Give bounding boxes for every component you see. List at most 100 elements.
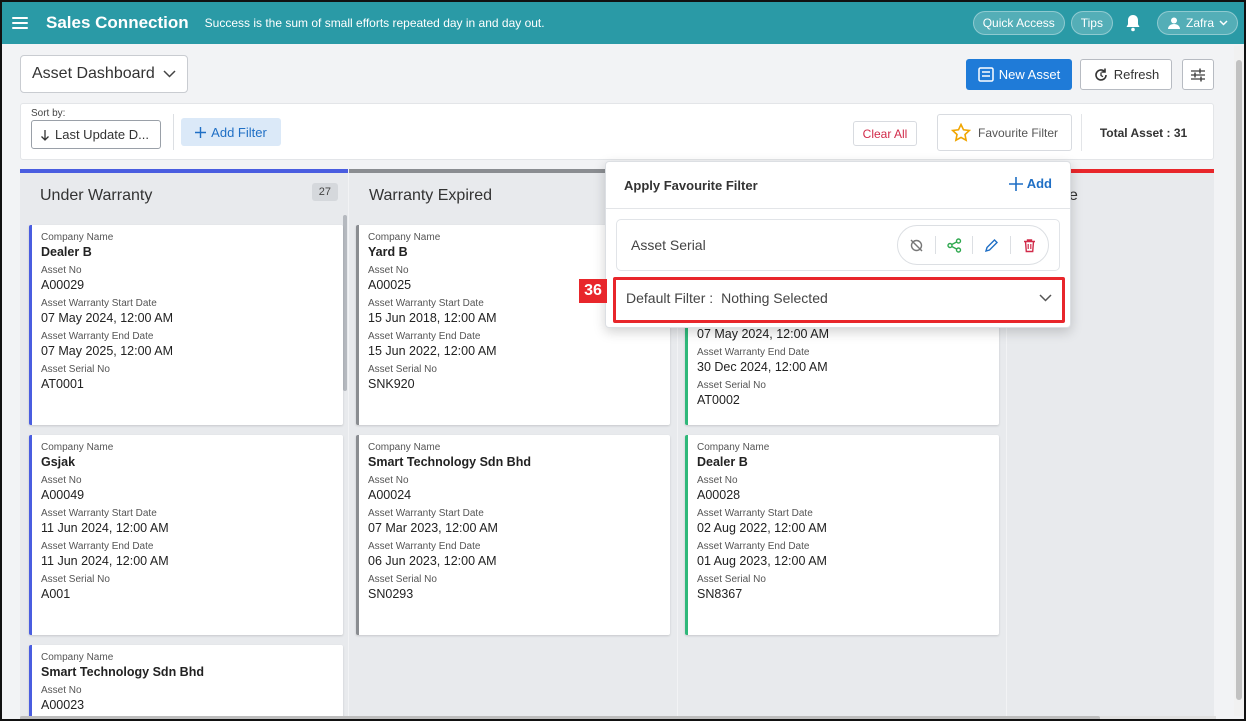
scrollbar-thumb[interactable] — [1236, 60, 1242, 700]
company-name-label: Company Name — [41, 442, 114, 453]
share-icon[interactable] — [947, 237, 962, 253]
asset-no-label: Asset No — [41, 475, 82, 486]
end-date-value: 06 Jun 2023, 12:00 AM — [368, 554, 497, 568]
company-name-label: Company Name — [697, 442, 770, 453]
hamburger-menu-icon[interactable] — [12, 14, 28, 32]
edit-icon[interactable] — [984, 238, 999, 253]
serial-no-value: AT0002 — [697, 393, 740, 407]
column-count-badge: 27 — [311, 183, 338, 201]
new-asset-label: New Asset — [998, 67, 1061, 82]
asset-no-value: A00049 — [41, 488, 85, 502]
asset-card[interactable]: Company Name Dealer B Asset No A00028 As… — [685, 435, 999, 635]
start-date-value: 07 May 2024, 12:00 AM — [41, 311, 174, 325]
arrow-down-icon — [41, 129, 49, 141]
dashboard-select-label: Asset Dashboard — [32, 65, 155, 82]
company-name-value: Smart Technology Sdn Bhd — [368, 455, 531, 469]
refresh-button[interactable]: Refresh — [1080, 59, 1172, 90]
column-color-bar — [20, 169, 348, 173]
asset-card[interactable]: Company Name Smart Technology Sdn Bhd As… — [356, 435, 670, 635]
start-date-value: 07 May 2024, 12:00 AM — [697, 327, 830, 341]
page-vertical-scrollbar[interactable] — [1234, 46, 1244, 716]
asset-no-label: Asset No — [41, 265, 82, 276]
serial-no-value: AT0001 — [41, 377, 84, 391]
add-favourite-button[interactable]: Add — [1008, 176, 1052, 191]
serial-no-value: SN0293 — [368, 587, 414, 601]
company-name-label: Company Name — [368, 442, 441, 453]
total-asset-count: Total Asset : 31 — [1081, 114, 1205, 151]
asset-no-value: A00029 — [41, 278, 85, 292]
sliders-icon — [1191, 68, 1205, 81]
quick-access-button[interactable]: Quick Access — [972, 11, 1065, 35]
start-date-label: Asset Warranty Start Date — [697, 508, 813, 519]
end-date-label: Asset Warranty End Date — [368, 331, 481, 342]
start-date-label: Asset Warranty Start Date — [41, 508, 157, 519]
serial-no-label: Asset Serial No — [41, 364, 110, 375]
favourite-filter-name: Asset Serial — [631, 237, 706, 253]
hide-icon[interactable] — [909, 238, 924, 253]
divider — [606, 208, 1070, 209]
divider — [173, 114, 174, 150]
company-name-value: Dealer B — [697, 455, 748, 469]
add-filter-button[interactable]: Add Filter — [181, 118, 281, 146]
start-date-value: 11 Jun 2024, 12:00 AM — [41, 521, 169, 535]
column-title: Under Warranty — [40, 187, 153, 204]
clear-all-button[interactable]: Clear All — [853, 121, 917, 146]
company-name-value: Gsjak — [41, 455, 76, 469]
default-filter-select[interactable]: Default Filter : Nothing Selected — [613, 277, 1065, 323]
delete-icon[interactable] — [1022, 238, 1037, 253]
add-favourite-label: Add — [1026, 176, 1052, 191]
company-name-label: Company Name — [41, 232, 114, 243]
start-date-label: Asset Warranty Start Date — [368, 508, 484, 519]
user-menu-button[interactable]: Zafra — [1156, 11, 1238, 35]
default-filter-label: Default Filter : — [626, 290, 714, 306]
refresh-label: Refresh — [1113, 67, 1160, 82]
serial-no-label: Asset Serial No — [368, 574, 437, 585]
end-date-label: Asset Warranty End Date — [41, 541, 154, 552]
column-title: Warranty Expired — [369, 187, 492, 204]
start-date-value: 07 Mar 2023, 12:00 AM — [368, 521, 498, 535]
column-scrollbar[interactable] — [343, 215, 347, 391]
plus-icon — [195, 126, 207, 138]
filter-bar: Sort by: Last Update D... Add Filter Cle… — [20, 103, 1214, 160]
dashboard-select[interactable]: Asset Dashboard — [20, 55, 188, 93]
favourite-filter-label: Favourite Filter — [977, 125, 1059, 140]
new-asset-button[interactable]: New Asset — [966, 59, 1072, 90]
end-date-value: 15 Jun 2022, 12:00 AM — [368, 344, 497, 358]
divider — [935, 236, 937, 254]
popup-title: Apply Favourite Filter — [624, 178, 758, 193]
tips-button[interactable]: Tips — [1070, 11, 1113, 35]
board-horizontal-scrollbar[interactable] — [20, 716, 1216, 719]
bell-icon[interactable] — [1125, 14, 1141, 32]
end-date-value: 01 Aug 2023, 12:00 AM — [697, 554, 827, 568]
user-name: Zafra — [1185, 16, 1214, 30]
serial-no-label: Asset Serial No — [368, 364, 437, 375]
end-date-value: 11 Jun 2024, 12:00 AM — [41, 554, 169, 568]
asset-no-label: Asset No — [697, 475, 738, 486]
end-date-label: Asset Warranty End Date — [41, 331, 154, 342]
favourite-filter-button[interactable]: Favourite Filter — [937, 114, 1072, 151]
asset-no-value: A00023 — [41, 698, 85, 712]
end-date-label: Asset Warranty End Date — [697, 347, 810, 358]
asset-card[interactable]: Company Name Dealer B Asset No A00029 As… — [29, 225, 343, 425]
sort-by-select[interactable]: Last Update D... — [31, 120, 161, 149]
chevron-down-icon — [1039, 294, 1052, 302]
board-settings-button[interactable] — [1182, 59, 1214, 90]
serial-no-value: SN8367 — [697, 587, 743, 601]
default-filter-text: Default Filter : Nothing Selected — [626, 290, 828, 306]
start-date-value: 02 Aug 2022, 12:00 AM — [697, 521, 827, 535]
asset-no-value: A00024 — [368, 488, 412, 502]
divider — [1009, 236, 1011, 254]
favourite-filter-item[interactable]: Asset Serial — [616, 219, 1060, 271]
scrollbar-thumb[interactable] — [20, 716, 1100, 719]
app-title[interactable]: Sales Connection — [46, 13, 189, 33]
serial-no-label: Asset Serial No — [41, 574, 110, 585]
company-name-value: Dealer B — [41, 245, 92, 259]
asset-no-label: Asset No — [41, 685, 82, 696]
sort-by-value: Last Update D... — [55, 127, 149, 142]
column-under-warranty: Under Warranty 27 Company Name Dealer B … — [20, 169, 348, 719]
asset-card[interactable]: Company Name Gsjak Asset No A00049 Asset… — [29, 435, 343, 635]
asset-card[interactable]: Company Name Smart Technology Sdn Bhd As… — [29, 645, 343, 719]
end-date-value: 30 Dec 2024, 12:00 AM — [697, 360, 828, 374]
plus-icon — [1008, 176, 1023, 191]
favourite-filter-popup: Apply Favourite Filter Add Asset Serial — [605, 161, 1071, 328]
